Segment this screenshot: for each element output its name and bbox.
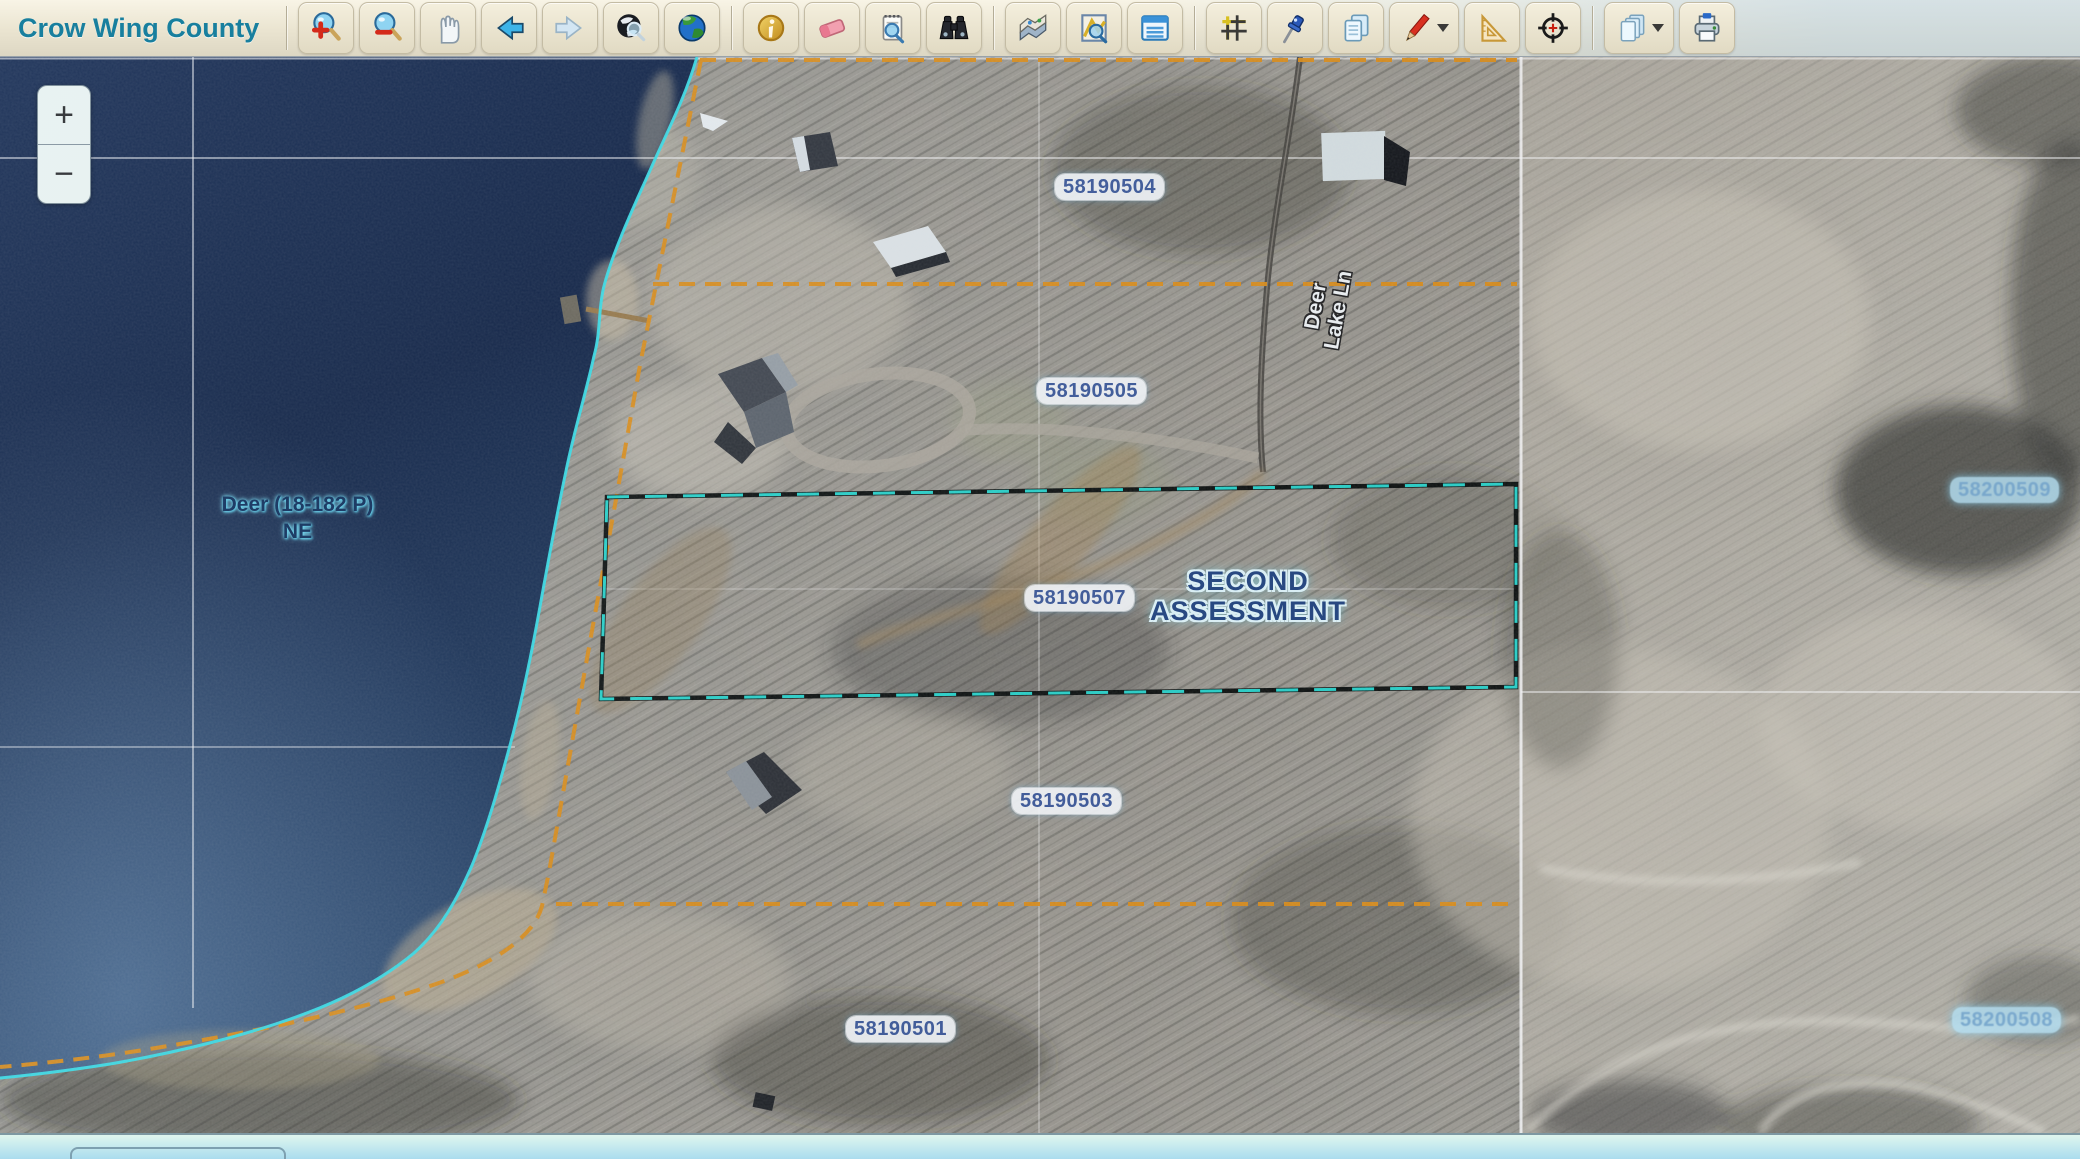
map-zoom-control: + − (37, 85, 91, 204)
parcel-label: 58190505 (1037, 378, 1146, 404)
globe-icon (674, 10, 710, 46)
draw-button[interactable] (1389, 2, 1459, 54)
zoom-out-button[interactable] (359, 2, 415, 54)
erase-button[interactable] (804, 2, 860, 54)
assessment-line1: SECOND (1148, 566, 1348, 596)
scale-box (70, 1147, 286, 1159)
notepad-magnifier-icon (875, 10, 911, 46)
locate-button[interactable] (1525, 2, 1581, 54)
copy-button[interactable] (1328, 2, 1384, 54)
print-button[interactable] (1679, 2, 1735, 54)
parcel-label: 58190504 (1055, 174, 1164, 200)
info-coin-icon (753, 10, 789, 46)
lake-label-line1: Deer (18-182 P) (200, 491, 395, 518)
lake-label: Deer (18-182 P) NE (200, 491, 395, 546)
world-button[interactable] (664, 2, 720, 54)
zoom-full-extent-button[interactable] (603, 2, 659, 54)
parcel-label: 58200508 (1952, 1007, 2061, 1033)
binoculars-icon (936, 10, 972, 46)
map-canvas[interactable]: + − Deer (18-182 P) NE Deer Lake Ln SECO… (0, 57, 2080, 1133)
toolbar-separator (993, 6, 994, 50)
legend-panel-icon (1137, 10, 1173, 46)
grid-button[interactable] (1206, 2, 1262, 54)
overview-map-button[interactable] (1066, 2, 1122, 54)
toolbar-separator (286, 6, 287, 50)
search-notes-button[interactable] (865, 2, 921, 54)
lake-label-line2: NE (200, 518, 395, 545)
print-layout-button[interactable] (1604, 2, 1674, 54)
pushpin-icon (1277, 10, 1313, 46)
back-button[interactable] (481, 2, 537, 54)
measure-button[interactable] (1464, 2, 1520, 54)
parcel-label: 58190501 (846, 1016, 955, 1042)
dropdown-arrow-icon[interactable] (1437, 24, 1449, 32)
map-zoom-out-button[interactable]: − (38, 144, 90, 203)
status-bar (0, 1133, 2080, 1159)
zoom-out-icon (369, 10, 405, 46)
triangle-ruler-icon (1474, 10, 1510, 46)
documents-icon (1338, 10, 1374, 46)
forward-arrow-icon (552, 10, 588, 46)
map-layers-icon (1015, 10, 1051, 46)
app-title: Crow Wing County (18, 13, 259, 44)
pages-icon (1614, 10, 1650, 46)
assessment-line2: ASSESSMENT (1148, 596, 1348, 626)
pan-hand-icon (430, 10, 466, 46)
eraser-icon (814, 10, 850, 46)
layers-button[interactable] (1005, 2, 1061, 54)
forward-button[interactable] (542, 2, 598, 54)
crosshair-icon (1535, 10, 1571, 46)
parcel-label: 58190507 (1025, 585, 1134, 611)
back-arrow-icon (491, 10, 527, 46)
toolbar-separator (1194, 6, 1195, 50)
pushpin-button[interactable] (1267, 2, 1323, 54)
parcel-label: 58190503 (1012, 788, 1121, 814)
assessment-annotation: SECOND ASSESSMENT (1148, 566, 1348, 626)
map-zoom-in-button[interactable]: + (38, 86, 90, 144)
globe-magnifier-icon (613, 10, 649, 46)
identify-button[interactable] (743, 2, 799, 54)
toolbar: Crow Wing County (0, 0, 2080, 57)
map-magnifier-icon (1076, 10, 1112, 46)
app-window: Crow Wing County (0, 0, 2080, 1159)
find-button[interactable] (926, 2, 982, 54)
legend-button[interactable] (1127, 2, 1183, 54)
zoom-in-icon (308, 10, 344, 46)
dropdown-arrow-icon[interactable] (1652, 24, 1664, 32)
toolbar-separator (731, 6, 732, 50)
zoom-in-button[interactable] (298, 2, 354, 54)
grid-icon (1216, 10, 1252, 46)
pan-button[interactable] (420, 2, 476, 54)
pencil-icon (1399, 10, 1435, 46)
toolbar-separator (1592, 6, 1593, 50)
printer-icon (1689, 10, 1725, 46)
parcel-label: 58200509 (1950, 477, 2059, 503)
